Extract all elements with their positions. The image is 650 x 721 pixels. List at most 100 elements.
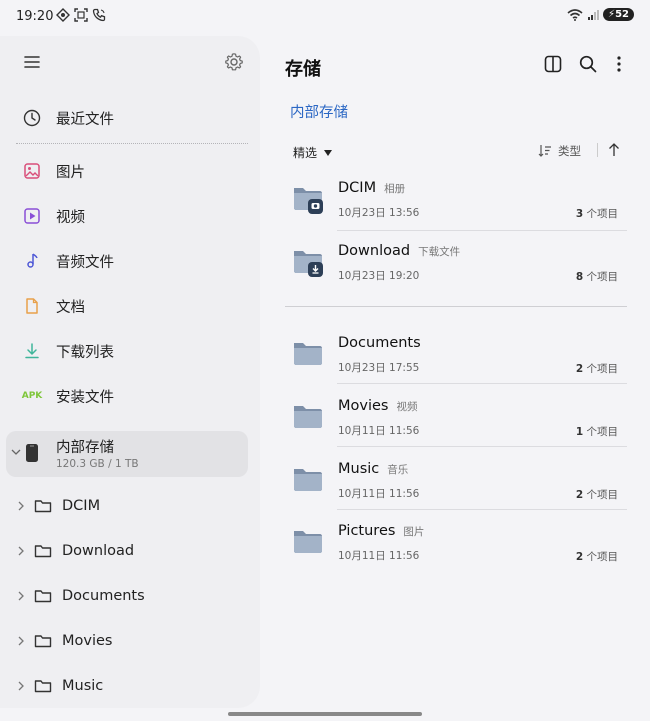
storage-name: 内部存储 bbox=[56, 440, 114, 456]
folder-row-download[interactable]: Download 下载文件 10月23日 19:20 8 个项目 bbox=[285, 234, 627, 296]
download-folder-icon bbox=[294, 251, 323, 277]
diamond-app-icon bbox=[56, 8, 70, 22]
chevron-right-icon[interactable] bbox=[16, 680, 26, 692]
wifi-icon bbox=[567, 8, 583, 21]
sidebar-item-label: 图片 bbox=[56, 164, 85, 181]
split-view-icon[interactable] bbox=[543, 54, 563, 74]
page-title: 存储 bbox=[285, 59, 321, 80]
sidebar-item-downloads[interactable]: 下载列表 bbox=[22, 339, 114, 363]
sidebar-item-internal-storage[interactable]: 内部存储 120.3 GB / 1 TB bbox=[6, 431, 248, 477]
status-time: 19:20 bbox=[16, 9, 54, 24]
battery-indicator: ⚡52 bbox=[603, 8, 634, 21]
folder-icon bbox=[294, 531, 322, 553]
row-divider bbox=[337, 509, 627, 510]
folder-alias: 图片 bbox=[403, 526, 425, 538]
sidebar-item-apk[interactable]: APK 安装文件 bbox=[22, 384, 114, 408]
more-options-icon[interactable] bbox=[609, 54, 629, 74]
sidebar-item-label: 最近文件 bbox=[56, 111, 114, 128]
folder-name: Download bbox=[338, 243, 411, 259]
folder-item-count: 2 个项目 bbox=[575, 489, 618, 501]
sidebar-item-documents[interactable]: 文档 bbox=[22, 294, 85, 318]
folder-alias: 下载文件 bbox=[418, 246, 461, 258]
sort-icon bbox=[538, 145, 551, 157]
folder-item-count: 1 个项目 bbox=[575, 426, 618, 438]
music-note-icon bbox=[22, 251, 42, 271]
dropdown-triangle-icon bbox=[324, 149, 333, 156]
camera-folder-icon bbox=[294, 188, 323, 214]
sidebar-item-audio[interactable]: 音频文件 bbox=[22, 249, 114, 273]
tree-item-documents[interactable]: Documents bbox=[16, 584, 145, 608]
signal-icon bbox=[588, 9, 600, 20]
sort-button[interactable]: 类型 bbox=[538, 143, 581, 159]
folder-alias: 视频 bbox=[396, 401, 418, 413]
tree-item-music[interactable]: Music bbox=[16, 674, 103, 698]
folder-row-pictures[interactable]: Pictures 图片 10月11日 11:56 2 个项目 bbox=[285, 514, 627, 576]
folder-alias: 音乐 bbox=[387, 464, 409, 476]
tree-item-label: DCIM bbox=[62, 498, 101, 514]
image-icon bbox=[22, 161, 42, 181]
chevron-right-icon[interactable] bbox=[16, 500, 26, 512]
folder-outline-icon bbox=[34, 588, 52, 604]
screenshot-icon bbox=[74, 8, 88, 22]
sidebar-item-label: 下载列表 bbox=[56, 344, 114, 361]
chevron-down-icon[interactable] bbox=[10, 446, 22, 458]
phone-storage-icon bbox=[26, 444, 38, 462]
folder-icon bbox=[294, 469, 322, 491]
folder-item-count: 2 个项目 bbox=[575, 551, 618, 563]
folder-name: DCIM bbox=[338, 180, 377, 196]
sort-divider bbox=[597, 143, 598, 157]
folder-outline-icon bbox=[34, 543, 52, 559]
folder-date: 10月23日 17:55 bbox=[338, 362, 420, 374]
section-divider bbox=[285, 306, 627, 307]
chevron-right-icon[interactable] bbox=[16, 545, 26, 557]
folder-item-count: 2 个项目 bbox=[575, 363, 618, 375]
folder-row-documents[interactable]: Documents 10月23日 17:55 2 个项目 bbox=[285, 326, 627, 388]
sidebar-item-videos[interactable]: 视频 bbox=[22, 204, 85, 228]
folder-row-movies[interactable]: Movies 视频 10月11日 11:56 1 个项目 bbox=[285, 389, 627, 451]
folder-item-count: 3 个项目 bbox=[575, 208, 618, 220]
arrow-up-icon[interactable] bbox=[606, 142, 622, 158]
folder-date: 10月23日 13:56 bbox=[338, 207, 420, 219]
tree-item-download[interactable]: Download bbox=[16, 539, 134, 563]
download-icon bbox=[22, 341, 42, 361]
folder-date: 10月11日 11:56 bbox=[338, 425, 420, 437]
search-icon[interactable] bbox=[578, 54, 598, 74]
tree-item-label: Music bbox=[62, 678, 104, 694]
row-divider bbox=[337, 446, 627, 447]
folder-date: 10月11日 11:56 bbox=[338, 550, 420, 562]
folder-row-music[interactable]: Music 音乐 10月11日 11:56 2 个项目 bbox=[285, 452, 627, 514]
tree-item-movies[interactable]: Movies bbox=[16, 629, 112, 653]
row-divider bbox=[337, 230, 627, 231]
settings-gear-icon[interactable] bbox=[224, 52, 244, 72]
sidebar-item-label: 文档 bbox=[56, 299, 85, 316]
tree-item-label: Download bbox=[62, 543, 135, 559]
folder-date: 10月23日 19:20 bbox=[338, 270, 420, 282]
folder-outline-icon bbox=[34, 633, 52, 649]
chevron-right-icon[interactable] bbox=[16, 590, 26, 602]
folder-row-dcim[interactable]: DCIM 相册 10月23日 13:56 3 个项目 bbox=[285, 171, 627, 233]
folder-icon bbox=[294, 406, 322, 428]
gesture-nav-bar[interactable] bbox=[228, 712, 422, 716]
status-notification-icons bbox=[56, 8, 106, 22]
folder-name: Documents bbox=[338, 335, 421, 351]
sidebar-item-images[interactable]: 图片 bbox=[22, 159, 85, 183]
breadcrumb[interactable]: 内部存储 bbox=[290, 101, 348, 122]
sidebar-divider bbox=[16, 143, 248, 144]
folder-item-count: 8 个项目 bbox=[575, 271, 618, 283]
folder-outline-icon bbox=[34, 498, 52, 514]
folder-alias: 相册 bbox=[384, 183, 406, 195]
apk-icon: APK bbox=[21, 391, 43, 401]
row-divider bbox=[337, 383, 627, 384]
tree-item-label: Documents bbox=[62, 588, 145, 604]
sidebar-item-label: 安装文件 bbox=[56, 389, 114, 406]
sidebar-item-recent[interactable]: 最近文件 bbox=[22, 106, 114, 130]
folder-name: Music bbox=[338, 461, 380, 477]
filter-dropdown[interactable]: 精选 bbox=[293, 144, 333, 161]
chevron-right-icon[interactable] bbox=[16, 635, 26, 647]
tree-item-label: Movies bbox=[62, 633, 113, 649]
folder-name: Pictures bbox=[338, 523, 396, 539]
tree-item-dcim[interactable]: DCIM bbox=[16, 494, 100, 518]
menu-icon[interactable] bbox=[22, 52, 42, 72]
sort-label: 类型 bbox=[558, 144, 581, 158]
filter-label: 精选 bbox=[293, 146, 318, 160]
